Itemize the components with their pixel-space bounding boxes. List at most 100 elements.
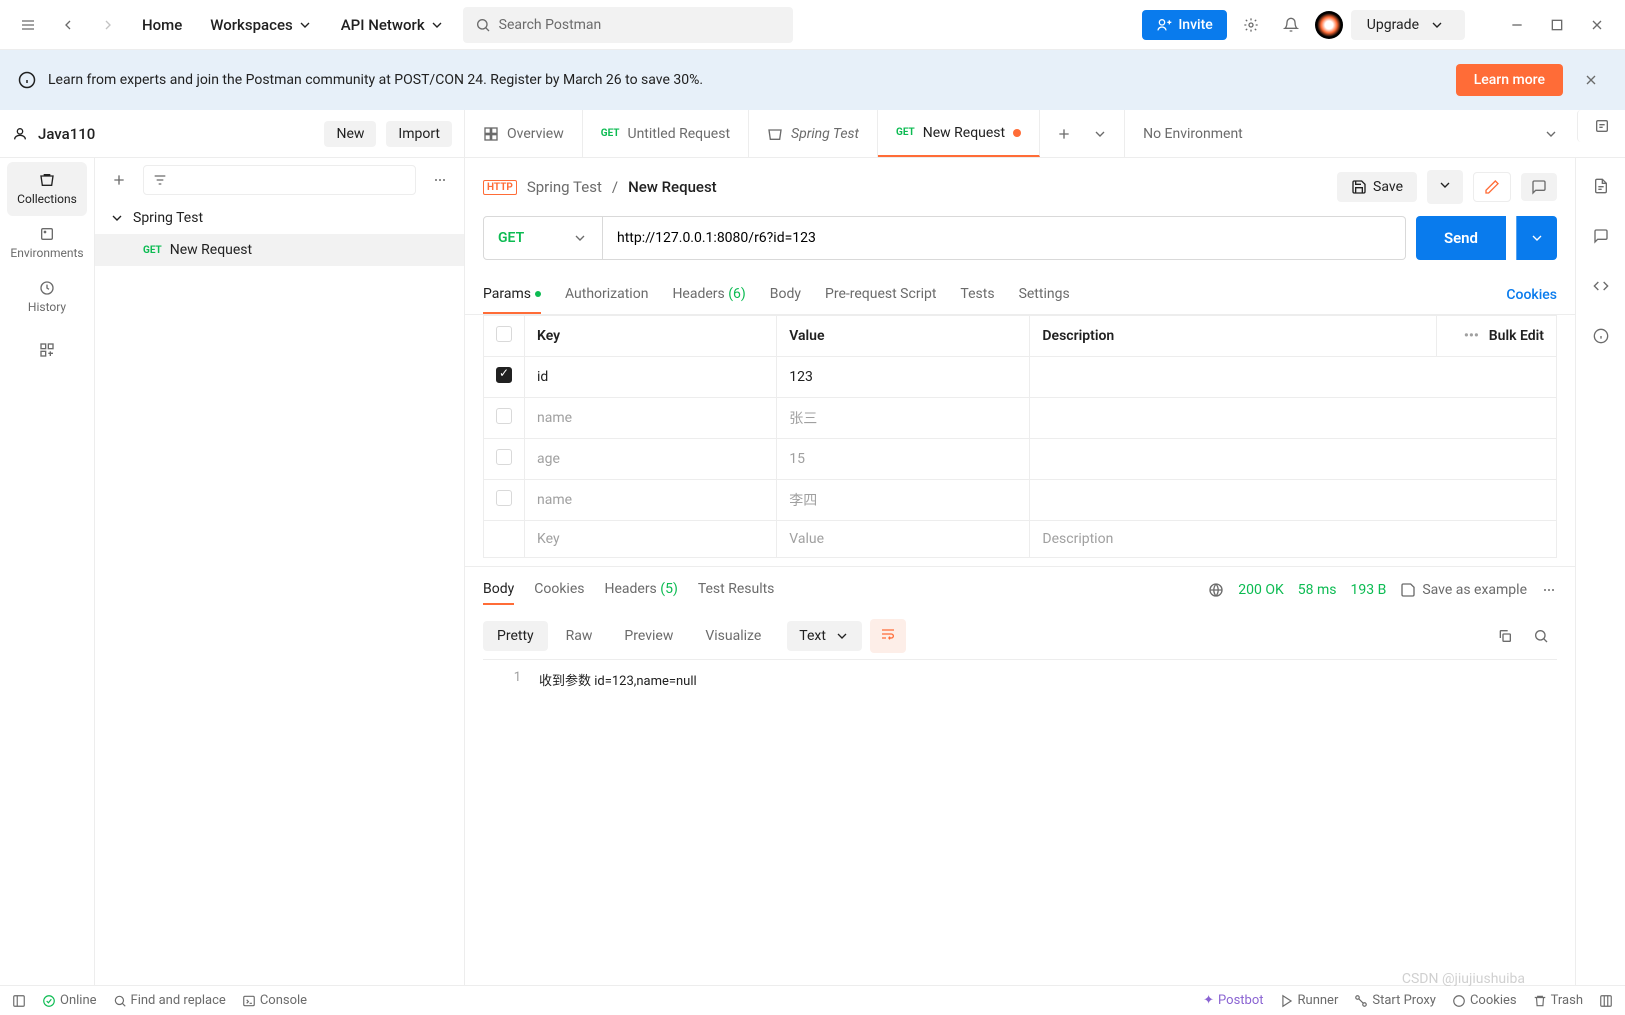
add-icon[interactable] — [103, 164, 135, 196]
comment-button[interactable] — [1521, 173, 1557, 201]
more-icon[interactable] — [424, 164, 456, 196]
resp-tab-cookies[interactable]: Cookies — [534, 575, 584, 605]
sidebar-collections[interactable]: Collections — [7, 162, 87, 216]
minimize-icon[interactable] — [1501, 9, 1533, 41]
share-button[interactable] — [1473, 172, 1511, 202]
invite-button[interactable]: Invite — [1142, 10, 1226, 40]
search-response-icon[interactable] — [1525, 620, 1557, 652]
new-button[interactable]: New — [324, 121, 376, 147]
send-button[interactable]: Send — [1416, 216, 1506, 260]
import-button[interactable]: Import — [386, 121, 452, 147]
info-icon[interactable] — [1585, 320, 1617, 352]
cookies-link[interactable]: Cookies — [1506, 287, 1557, 303]
proxy-button[interactable]: Start Proxy — [1354, 993, 1436, 1008]
param-row[interactable]: name张三 — [484, 398, 1557, 439]
tab-new-request[interactable]: GETNew Request — [878, 110, 1040, 157]
resp-tab-body[interactable]: Body — [483, 575, 514, 605]
tab-spring-test[interactable]: Spring Test — [749, 110, 878, 157]
docs-icon[interactable] — [1585, 170, 1617, 202]
send-chevron[interactable] — [1516, 216, 1557, 260]
env-quick-look-icon[interactable] — [1577, 110, 1625, 142]
save-button[interactable]: Save — [1337, 172, 1417, 202]
param-row[interactable]: age15 — [484, 439, 1557, 480]
forward-button[interactable] — [92, 9, 124, 41]
row-checkbox[interactable] — [496, 367, 512, 383]
menu-icon[interactable] — [12, 9, 44, 41]
bulk-edit-link[interactable]: •••Bulk Edit — [1437, 316, 1557, 357]
globe-icon[interactable] — [1208, 582, 1224, 598]
param-row[interactable]: id123 — [484, 357, 1557, 398]
sidebar-more[interactable] — [7, 332, 87, 368]
view-raw[interactable]: Raw — [552, 621, 607, 651]
view-preview[interactable]: Preview — [610, 621, 687, 651]
tab-tests[interactable]: Tests — [960, 276, 994, 314]
tab-headers[interactable]: Headers (6) — [672, 276, 745, 314]
code-icon[interactable] — [1585, 270, 1617, 302]
tab-chevron-icon[interactable] — [1084, 118, 1116, 150]
row-checkbox[interactable] — [496, 449, 512, 465]
save-chevron[interactable] — [1427, 170, 1463, 204]
tab-settings[interactable]: Settings — [1019, 276, 1070, 314]
api-network-link[interactable]: API Network — [331, 10, 455, 40]
trash-button[interactable]: Trash — [1533, 993, 1583, 1008]
panel-right-icon[interactable] — [1599, 994, 1613, 1008]
banner-close-icon[interactable] — [1575, 64, 1607, 96]
panel-icon[interactable] — [12, 994, 26, 1008]
tab-overview[interactable]: Overview — [465, 110, 583, 157]
save-icon — [1400, 582, 1416, 598]
avatar[interactable] — [1315, 11, 1343, 39]
wrap-lines-button[interactable] — [870, 619, 906, 653]
select-all-checkbox[interactable] — [496, 326, 512, 342]
notifications-icon[interactable] — [1275, 9, 1307, 41]
tab-prerequest[interactable]: Pre-request Script — [825, 276, 936, 314]
settings-icon[interactable] — [1235, 9, 1267, 41]
upgrade-button[interactable]: Upgrade — [1351, 10, 1465, 40]
workspace-name[interactable]: Java110 — [38, 125, 314, 143]
cookies-button[interactable]: Cookies — [1452, 993, 1517, 1008]
sidebar-history[interactable]: History — [7, 270, 87, 324]
url-input[interactable] — [603, 216, 1406, 260]
row-checkbox[interactable] — [496, 408, 512, 424]
resp-tab-test-results[interactable]: Test Results — [698, 575, 775, 605]
learn-more-button[interactable]: Learn more — [1456, 64, 1563, 96]
format-select[interactable]: Text — [787, 621, 862, 651]
filter-input[interactable] — [143, 165, 416, 195]
param-row-empty[interactable]: KeyValueDescription — [484, 521, 1557, 558]
breadcrumb-parent[interactable]: Spring Test — [527, 178, 602, 196]
copy-icon[interactable] — [1489, 620, 1521, 652]
user-plus-icon — [1156, 17, 1172, 33]
request-item[interactable]: GET New Request — [95, 234, 464, 266]
collections-tree: Spring Test GET New Request — [95, 158, 464, 985]
new-tab-icon[interactable] — [1048, 118, 1080, 150]
postbot-button[interactable]: ✦ Postbot — [1203, 993, 1263, 1008]
home-link[interactable]: Home — [132, 10, 192, 40]
tab-authorization[interactable]: Authorization — [565, 276, 648, 314]
history-icon — [39, 280, 55, 296]
chevron-down-icon — [572, 230, 588, 246]
close-icon[interactable] — [1581, 9, 1613, 41]
response-body[interactable]: 1 收到参数 id=123,name=null — [483, 659, 1557, 699]
maximize-icon[interactable] — [1541, 9, 1573, 41]
tab-untitled[interactable]: GETUntitled Request — [583, 110, 749, 157]
console-button[interactable]: Console — [242, 993, 307, 1008]
param-row[interactable]: name李四 — [484, 480, 1557, 521]
save-example-button[interactable]: Save as example — [1400, 582, 1527, 598]
collection-item[interactable]: Spring Test — [95, 202, 464, 234]
environment-select[interactable]: No Environment — [1124, 110, 1577, 157]
sidebar-environments[interactable]: Environments — [7, 216, 87, 270]
method-select[interactable]: GET — [483, 216, 603, 260]
back-button[interactable] — [52, 9, 84, 41]
view-pretty[interactable]: Pretty — [483, 621, 548, 651]
comments-icon[interactable] — [1585, 220, 1617, 252]
row-checkbox[interactable] — [496, 490, 512, 506]
runner-button[interactable]: Runner — [1280, 993, 1339, 1008]
more-icon[interactable] — [1541, 582, 1557, 598]
tab-params[interactable]: Params — [483, 276, 541, 314]
workspaces-link[interactable]: Workspaces — [200, 10, 322, 40]
view-visualize[interactable]: Visualize — [691, 621, 775, 651]
environments-icon — [39, 226, 55, 242]
tab-body[interactable]: Body — [770, 276, 801, 314]
resp-tab-headers[interactable]: Headers (5) — [604, 575, 677, 605]
find-replace-button[interactable]: Find and replace — [113, 993, 226, 1008]
search-input[interactable]: Search Postman — [463, 7, 793, 43]
